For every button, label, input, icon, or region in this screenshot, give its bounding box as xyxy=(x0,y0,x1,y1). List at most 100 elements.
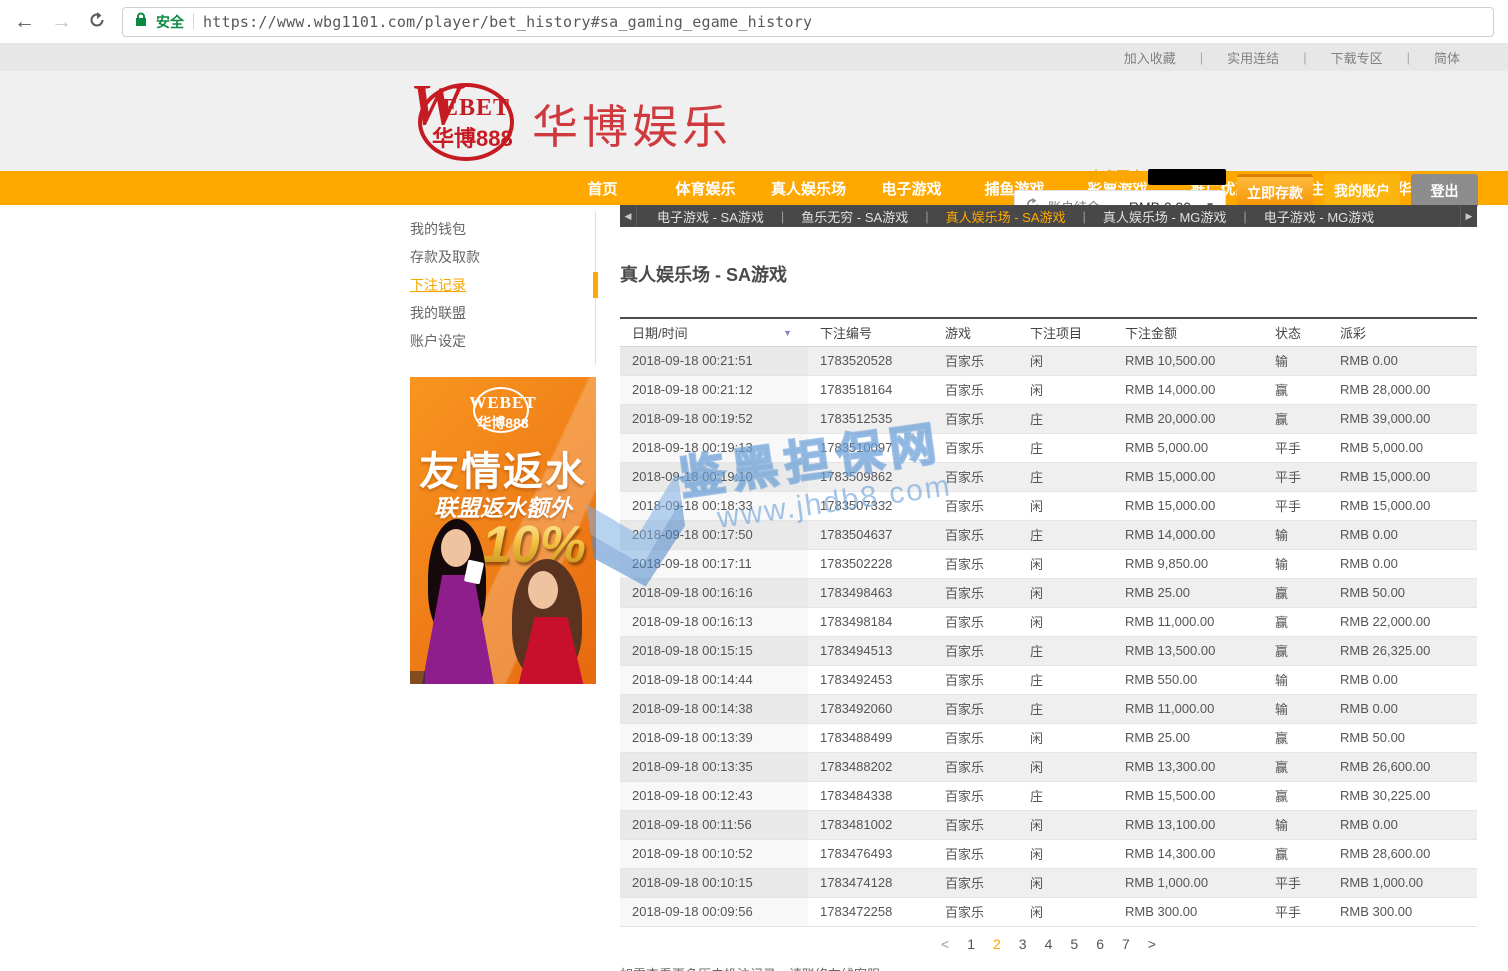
subnav-right-arrow-icon[interactable]: ▶ xyxy=(1460,205,1477,227)
url-text[interactable]: https://www.wbg1101.com/player/bet_histo… xyxy=(203,13,812,31)
deposit-button[interactable]: 立即存款 xyxy=(1237,174,1313,208)
table-row: 2018-09-18 00:19:521783512535百家乐庄RMB 20,… xyxy=(620,404,1477,433)
subnav-item[interactable]: 电子游戏 - SA游戏 xyxy=(657,207,764,226)
sidebar-item[interactable]: 账户设定 xyxy=(410,327,595,355)
cell-bet-item: 庄 xyxy=(1018,781,1113,810)
table-row: 2018-09-18 00:19:101783509862百家乐庄RMB 15,… xyxy=(620,462,1477,491)
cell-payout: RMB 0.00 xyxy=(1328,810,1477,839)
sidebar: 我的钱包存款及取款下注记录我的联盟账户设定 WEBET 华博888 友情返水 联… xyxy=(410,211,596,684)
cell-game: 百家乐 xyxy=(933,665,1018,694)
sort-descending-icon[interactable]: ▼ xyxy=(783,328,792,338)
nav-item[interactable]: 真人娱乐场 xyxy=(757,178,860,199)
cell-status: 赢 xyxy=(1263,578,1328,607)
cell-status: 赢 xyxy=(1263,723,1328,752)
topbar-link[interactable]: 下载专区 xyxy=(1329,48,1385,67)
pagination-prev[interactable]: < xyxy=(941,936,949,952)
subnav-separator: | xyxy=(925,209,928,224)
column-header-datetime[interactable]: 日期/时间▼ xyxy=(620,318,808,346)
column-header-payout[interactable]: 派彩 xyxy=(1328,318,1477,346)
nav-item[interactable]: 首页 xyxy=(551,178,654,199)
cell-payout: RMB 15,000.00 xyxy=(1328,491,1477,520)
logo-mark-icon: W EBET 华博888 xyxy=(408,75,526,167)
topbar-link[interactable]: 加入收藏 xyxy=(1122,48,1178,67)
cell-bet-id: 1783498184 xyxy=(808,607,933,636)
column-header-game[interactable]: 游戏 xyxy=(933,318,1018,346)
cell-payout: RMB 5,000.00 xyxy=(1328,433,1477,462)
cell-payout: RMB 0.00 xyxy=(1328,665,1477,694)
nav-item[interactable]: 电子游戏 xyxy=(860,178,963,199)
nav-item[interactable]: 体育娱乐 xyxy=(654,178,757,199)
sidebar-menu: 我的钱包存款及取款下注记录我的联盟账户设定 xyxy=(410,211,596,365)
cell-bet-item: 庄 xyxy=(1018,665,1113,694)
address-bar[interactable]: 安全 https://www.wbg1101.com/player/bet_hi… xyxy=(122,7,1494,37)
site-logo[interactable]: W EBET 华博888 华博娱乐 xyxy=(408,75,732,167)
cell-bet-id: 1783510097 xyxy=(808,433,933,462)
pagination-next[interactable]: > xyxy=(1148,936,1156,952)
cell-datetime: 2018-09-18 00:12:43 xyxy=(620,781,808,810)
column-header-status[interactable]: 状态 xyxy=(1263,318,1328,346)
cell-amount: RMB 13,300.00 xyxy=(1113,752,1263,781)
table-row: 2018-09-18 00:10:151783474128百家乐闲RMB 1,0… xyxy=(620,868,1477,897)
pagination-page-1[interactable]: 1 xyxy=(967,936,975,952)
cell-amount: RMB 15,000.00 xyxy=(1113,491,1263,520)
subnav-item[interactable]: 鱼乐无穷 - SA游戏 xyxy=(801,207,908,226)
cell-game: 百家乐 xyxy=(933,549,1018,578)
subnav-item[interactable]: 真人娱乐场 - MG游戏 xyxy=(1103,207,1227,226)
table-row: 2018-09-18 00:13:351783488202百家乐闲RMB 13,… xyxy=(620,752,1477,781)
cell-payout: RMB 300.00 xyxy=(1328,897,1477,926)
cell-payout: RMB 0.00 xyxy=(1328,346,1477,375)
utility-bar: 加入收藏|实用连结|下载专区|简体 xyxy=(0,43,1508,71)
sidebar-item[interactable]: 下注记录 xyxy=(410,271,595,299)
subnav-item[interactable]: 电子游戏 - MG游戏 xyxy=(1264,207,1375,226)
refresh-icon[interactable] xyxy=(88,11,106,33)
pagination-page-2[interactable]: 2 xyxy=(993,936,1001,952)
cell-bet-item: 闲 xyxy=(1018,839,1113,868)
cell-amount: RMB 11,000.00 xyxy=(1113,694,1263,723)
cell-amount: RMB 11,000.00 xyxy=(1113,607,1263,636)
topbar-link[interactable]: 实用连结 xyxy=(1225,48,1281,67)
promo-banner[interactable]: WEBET 华博888 友情返水 联盟返水额外 10% xyxy=(410,377,596,684)
cell-bet-id: 1783476493 xyxy=(808,839,933,868)
cell-status: 赢 xyxy=(1263,607,1328,636)
cell-datetime: 2018-09-18 00:19:13 xyxy=(620,433,808,462)
cell-amount: RMB 5,000.00 xyxy=(1113,433,1263,462)
pagination-page-5[interactable]: 5 xyxy=(1070,936,1078,952)
pagination-page-3[interactable]: 3 xyxy=(1019,936,1027,952)
cell-bet-item: 庄 xyxy=(1018,462,1113,491)
pagination-page-7[interactable]: 7 xyxy=(1122,936,1130,952)
cell-bet-id: 1783488202 xyxy=(808,752,933,781)
pagination-page-6[interactable]: 6 xyxy=(1096,936,1104,952)
forward-icon[interactable]: → xyxy=(51,11,72,32)
sidebar-item[interactable]: 我的联盟 xyxy=(410,299,595,327)
cell-datetime: 2018-09-18 00:10:15 xyxy=(620,868,808,897)
column-header-bet-item[interactable]: 下注项目 xyxy=(1018,318,1113,346)
sidebar-item[interactable]: 存款及取款 xyxy=(410,243,595,271)
column-header-bet-id[interactable]: 下注编号 xyxy=(808,318,933,346)
topbar-separator: | xyxy=(1303,50,1306,65)
subnav-left-arrow-icon[interactable]: ◀ xyxy=(620,205,637,227)
cell-bet-item: 闲 xyxy=(1018,578,1113,607)
cell-payout: RMB 0.00 xyxy=(1328,549,1477,578)
cell-bet-id: 1783498463 xyxy=(808,578,933,607)
cell-bet-id: 1783474128 xyxy=(808,868,933,897)
column-header-amount[interactable]: 下注金额 xyxy=(1113,318,1263,346)
cell-status: 输 xyxy=(1263,346,1328,375)
cell-datetime: 2018-09-18 00:14:44 xyxy=(620,665,808,694)
my-account-button[interactable]: 我的账户 xyxy=(1324,174,1400,208)
ad-badge[interactable] xyxy=(410,671,425,684)
cell-datetime: 2018-09-18 00:16:16 xyxy=(620,578,808,607)
cell-game: 百家乐 xyxy=(933,607,1018,636)
cell-amount: RMB 25.00 xyxy=(1113,578,1263,607)
back-icon[interactable]: ← xyxy=(14,11,35,32)
cell-bet-item: 闲 xyxy=(1018,810,1113,839)
subnav-item[interactable]: 真人娱乐场 - SA游戏 xyxy=(946,207,1066,226)
cell-bet-id: 1783507332 xyxy=(808,491,933,520)
logout-button[interactable]: 登出 xyxy=(1411,174,1478,208)
pagination-page-4[interactable]: 4 xyxy=(1045,936,1053,952)
sidebar-item[interactable]: 我的钱包 xyxy=(410,215,595,243)
cell-datetime: 2018-09-18 00:17:50 xyxy=(620,520,808,549)
cell-bet-item: 闲 xyxy=(1018,491,1113,520)
topbar-link[interactable]: 简体 xyxy=(1432,48,1462,67)
cell-datetime: 2018-09-18 00:19:52 xyxy=(620,404,808,433)
cell-amount: RMB 9,850.00 xyxy=(1113,549,1263,578)
